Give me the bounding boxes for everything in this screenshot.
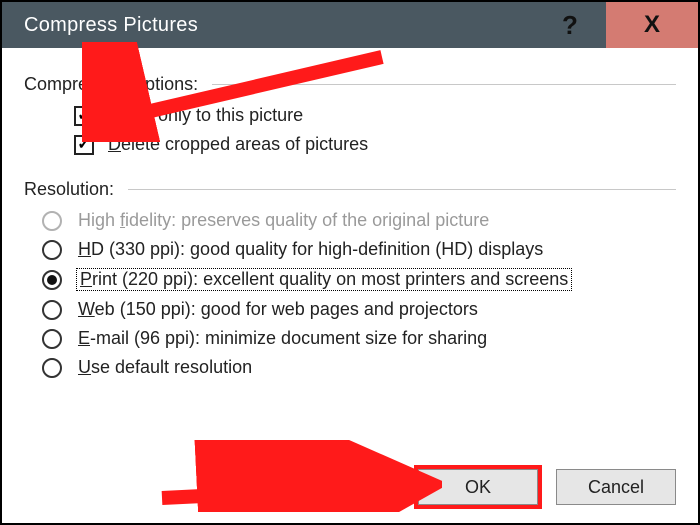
check-icon: ✓ bbox=[77, 137, 90, 153]
radio-icon[interactable] bbox=[42, 300, 62, 320]
resolution-section-header: Resolution: bbox=[24, 179, 676, 200]
radio-icon[interactable] bbox=[42, 329, 62, 349]
ok-button-label: OK bbox=[465, 477, 491, 498]
apply-only-row[interactable]: ✓ Apply only to this picture bbox=[74, 105, 676, 126]
ok-button[interactable]: OK bbox=[418, 469, 538, 505]
radio-hd-label: HD (330 ppi): good quality for high-defi… bbox=[76, 239, 545, 260]
radio-web-label: Web (150 ppi): good for web pages and pr… bbox=[76, 299, 480, 320]
radio-print-label: Print (220 ppi): excellent quality on mo… bbox=[76, 268, 572, 291]
radio-icon[interactable] bbox=[42, 270, 62, 290]
radio-icon[interactable] bbox=[42, 358, 62, 378]
delete-cropped-label: Delete cropped areas of pictures bbox=[108, 134, 368, 155]
cancel-button-label: Cancel bbox=[588, 477, 644, 498]
delete-cropped-row[interactable]: ✓ Delete cropped areas of pictures bbox=[74, 134, 676, 155]
divider bbox=[128, 189, 676, 190]
help-button[interactable]: ? bbox=[534, 2, 606, 48]
resolution-section-label: Resolution: bbox=[24, 179, 114, 200]
radio-email[interactable]: E-mail (96 ppi): minimize document size … bbox=[42, 328, 676, 349]
check-icon: ✓ bbox=[77, 108, 90, 124]
radio-email-label: E-mail (96 ppi): minimize document size … bbox=[76, 328, 489, 349]
delete-cropped-checkbox[interactable]: ✓ bbox=[74, 135, 94, 155]
radio-print[interactable]: Print (220 ppi): excellent quality on mo… bbox=[42, 268, 676, 291]
resolution-options: High fidelity: preserves quality of the … bbox=[24, 210, 676, 378]
apply-only-checkbox[interactable]: ✓ bbox=[74, 106, 94, 126]
radio-icon[interactable] bbox=[42, 240, 62, 260]
close-icon: X bbox=[644, 11, 660, 39]
radio-high-fidelity: High fidelity: preserves quality of the … bbox=[42, 210, 676, 231]
dialog-title: Compress Pictures bbox=[24, 14, 198, 37]
apply-only-label: Apply only to this picture bbox=[108, 105, 303, 126]
radio-default-label: Use default resolution bbox=[76, 357, 254, 378]
compression-section-label: Compression options: bbox=[24, 74, 198, 95]
divider bbox=[212, 84, 676, 85]
radio-high-fidelity-label: High fidelity: preserves quality of the … bbox=[76, 210, 491, 231]
cancel-button[interactable]: Cancel bbox=[556, 469, 676, 505]
radio-default[interactable]: Use default resolution bbox=[42, 357, 676, 378]
radio-web[interactable]: Web (150 ppi): good for web pages and pr… bbox=[42, 299, 676, 320]
compression-section-header: Compression options: bbox=[24, 74, 676, 95]
radio-icon bbox=[42, 211, 62, 231]
help-icon: ? bbox=[562, 10, 578, 41]
close-button[interactable]: X bbox=[606, 2, 698, 48]
titlebar: Compress Pictures ? X bbox=[2, 2, 698, 48]
radio-hd[interactable]: HD (330 ppi): good quality for high-defi… bbox=[42, 239, 676, 260]
dialog-body: Compression options: ✓ Apply only to thi… bbox=[2, 48, 698, 404]
radio-dot-icon bbox=[47, 275, 57, 285]
dialog-footer: OK Cancel bbox=[418, 469, 676, 505]
annotation-arrow-bottom bbox=[152, 440, 442, 512]
compression-options: ✓ Apply only to this picture ✓ Delete cr… bbox=[74, 105, 676, 155]
